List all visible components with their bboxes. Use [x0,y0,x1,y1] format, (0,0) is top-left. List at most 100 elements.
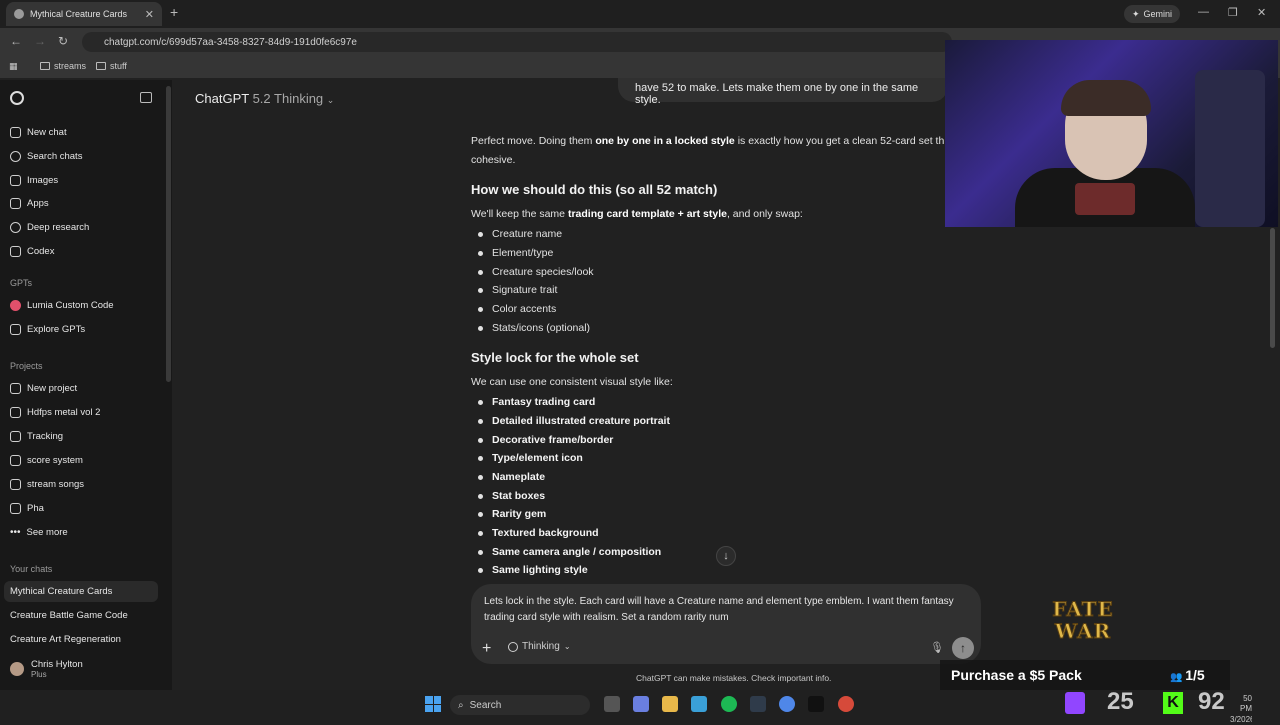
sidebar-item-explore-gpts[interactable]: Explore GPTs [10,324,85,335]
bookmark-label: stuff [110,61,127,71]
sidebar-item-label: Lumia Custom Code [27,300,114,311]
sidebar-item-codex[interactable]: Codex [10,246,54,257]
avatar [10,662,24,676]
openai-logo-icon[interactable] [10,91,24,105]
lumia-avatar-icon [10,300,21,311]
bookmark-streams[interactable]: streams [40,61,86,71]
notepad-icon[interactable] [691,696,707,712]
text-run: We'll keep the same [471,208,568,220]
chat-item[interactable]: Creature Art Regeneration [10,634,121,645]
edit-icon [10,127,21,138]
chat-item[interactable]: Mythical Creature Cards [10,586,112,597]
logo-line: FATE [1052,597,1114,622]
task-view-icon[interactable] [604,696,620,712]
sidebar-item-project[interactable]: Pha [10,503,44,514]
copilot-icon[interactable] [633,696,649,712]
webcam-shirt-print [1075,183,1135,215]
sidebar-item-project[interactable]: Hdfps metal vol 2 [10,407,100,418]
minimize-icon[interactable]: — [1198,6,1209,18]
list-item: Stats/icons (optional) [478,322,590,334]
twitch-viewer-count: 25 [1107,688,1134,715]
sidebar-toggle-icon[interactable] [140,92,152,103]
microphone-icon[interactable]: 🎙 [930,641,944,654]
sidebar-item-label: Deep research [27,222,90,233]
spotify-icon[interactable] [721,696,737,712]
main-scrollbar[interactable] [1270,228,1275,348]
sidebar-item-deep-research[interactable]: Deep research [10,222,89,233]
taskbar-search[interactable]: ⌕ Search [450,695,590,715]
chats-heading: Your chats [10,564,53,574]
chrome-active-icon[interactable] [838,696,854,712]
section-heading: How we should do this (so all 52 match) [471,182,718,197]
prompt-input[interactable]: Lets lock in the style. Each card will h… [484,594,954,625]
chevron-down-icon: ⌄ [326,95,335,105]
twitch-icon [1065,692,1085,714]
taskbar-search-label: Search [469,699,502,711]
list-item: Fantasy trading card [478,396,595,408]
thinking-mode-selector[interactable]: Thinking ⌄ [508,641,571,652]
send-button[interactable]: ↑ [952,637,974,659]
tab-title: Mythical Creature Cards [30,9,128,19]
user-plan: Plus [31,670,47,679]
people-icon: 👥 [1170,672,1186,683]
user-name: Chris Hylton [31,659,83,670]
more-dots-icon: ••• [10,527,21,538]
tab-active[interactable]: Mythical Creature Cards ✕ [6,2,162,26]
sidebar-item-apps[interactable]: Apps [10,198,49,209]
sidebar-item-new-project[interactable]: New project [10,383,77,394]
list-item: Same lighting style [478,564,588,576]
new-tab-icon[interactable]: + [170,4,178,20]
sidebar-item-images[interactable]: Images [10,175,58,186]
reload-icon[interactable]: ↻ [58,34,68,48]
fate-war-logo: FATE WAR [1040,597,1126,651]
text-run: Perfect move. Doing them [471,135,596,147]
add-attachment-icon[interactable]: + [482,640,491,658]
gemini-icon: ✦ [1132,8,1140,19]
close-tab-icon[interactable]: ✕ [145,8,154,21]
sidebar-item-lumia[interactable]: Lumia Custom Code [10,300,114,311]
sidebar-item-project[interactable]: score system [10,455,83,466]
text-run: , and only swap: [726,208,803,220]
system-clock[interactable]: 50 PM 3/2026 [1230,694,1252,725]
assistant-intro-line2: cohesive. [471,154,516,166]
model-selector[interactable]: ChatGPT 5.2 Thinking ⌄ [195,91,334,106]
webcam-hair [1061,80,1151,116]
sidebar-item-project[interactable]: stream songs [10,479,84,490]
sidebar-item-label: Hdfps metal vol 2 [27,407,101,418]
gpts-heading: GPTs [10,278,33,288]
folder-icon [10,479,21,490]
gemini-label: Gemini [1143,9,1173,19]
close-window-icon[interactable]: ✕ [1257,6,1266,19]
browser-tabstrip: Mythical Creature Cards ✕ + ✦ Gemini — ❐… [0,0,1280,28]
sidebar-scrollbar[interactable] [166,86,171,382]
sidebar-item-new-chat[interactable]: New chat [10,127,67,138]
chevron-down-icon: ⌄ [563,642,571,651]
app-icon[interactable] [808,696,824,712]
search-icon: ⌕ [458,699,464,711]
chrome-icon[interactable] [779,696,795,712]
search-icon [10,151,21,162]
sidebar-item-search[interactable]: Search chats [10,151,82,162]
model-name: ChatGPT [195,91,249,106]
chat-item[interactable]: Creature Battle Game Code [10,610,128,621]
windows-start-icon[interactable] [425,696,441,712]
maximize-icon[interactable]: ❐ [1228,6,1238,19]
sidebar-item-label: Explore GPTs [27,324,86,335]
hudfx-icon[interactable] [750,696,766,712]
gemini-button[interactable]: ✦ Gemini [1124,5,1181,23]
scroll-to-bottom-button[interactable]: ↓ [716,546,736,566]
section-heading: Style lock for the whole set [471,350,639,365]
file-explorer-icon[interactable] [662,696,678,712]
user-profile[interactable]: Chris Hylton Plus [10,659,83,679]
url-text: chatgpt.com/c/699d57aa-3458-8327-84d9-19… [104,36,357,48]
url-bar[interactable]: chatgpt.com/c/699d57aa-3458-8327-84d9-19… [82,32,952,52]
paragraph: We'll keep the same trading card templat… [471,207,803,222]
forward-icon[interactable]: → [34,34,46,48]
user-message: have 52 to make. Lets make them one by o… [618,78,948,106]
sidebar-item-see-more[interactable]: ••• See more [10,527,68,538]
bookmark-stuff[interactable]: stuff [96,61,127,71]
sidebar-item-project[interactable]: Tracking [10,431,63,442]
back-icon[interactable]: ← [10,34,22,48]
apps-grid-icon[interactable]: ▦ [9,61,18,72]
list-item: Detailed illustrated creature portrait [478,415,670,427]
